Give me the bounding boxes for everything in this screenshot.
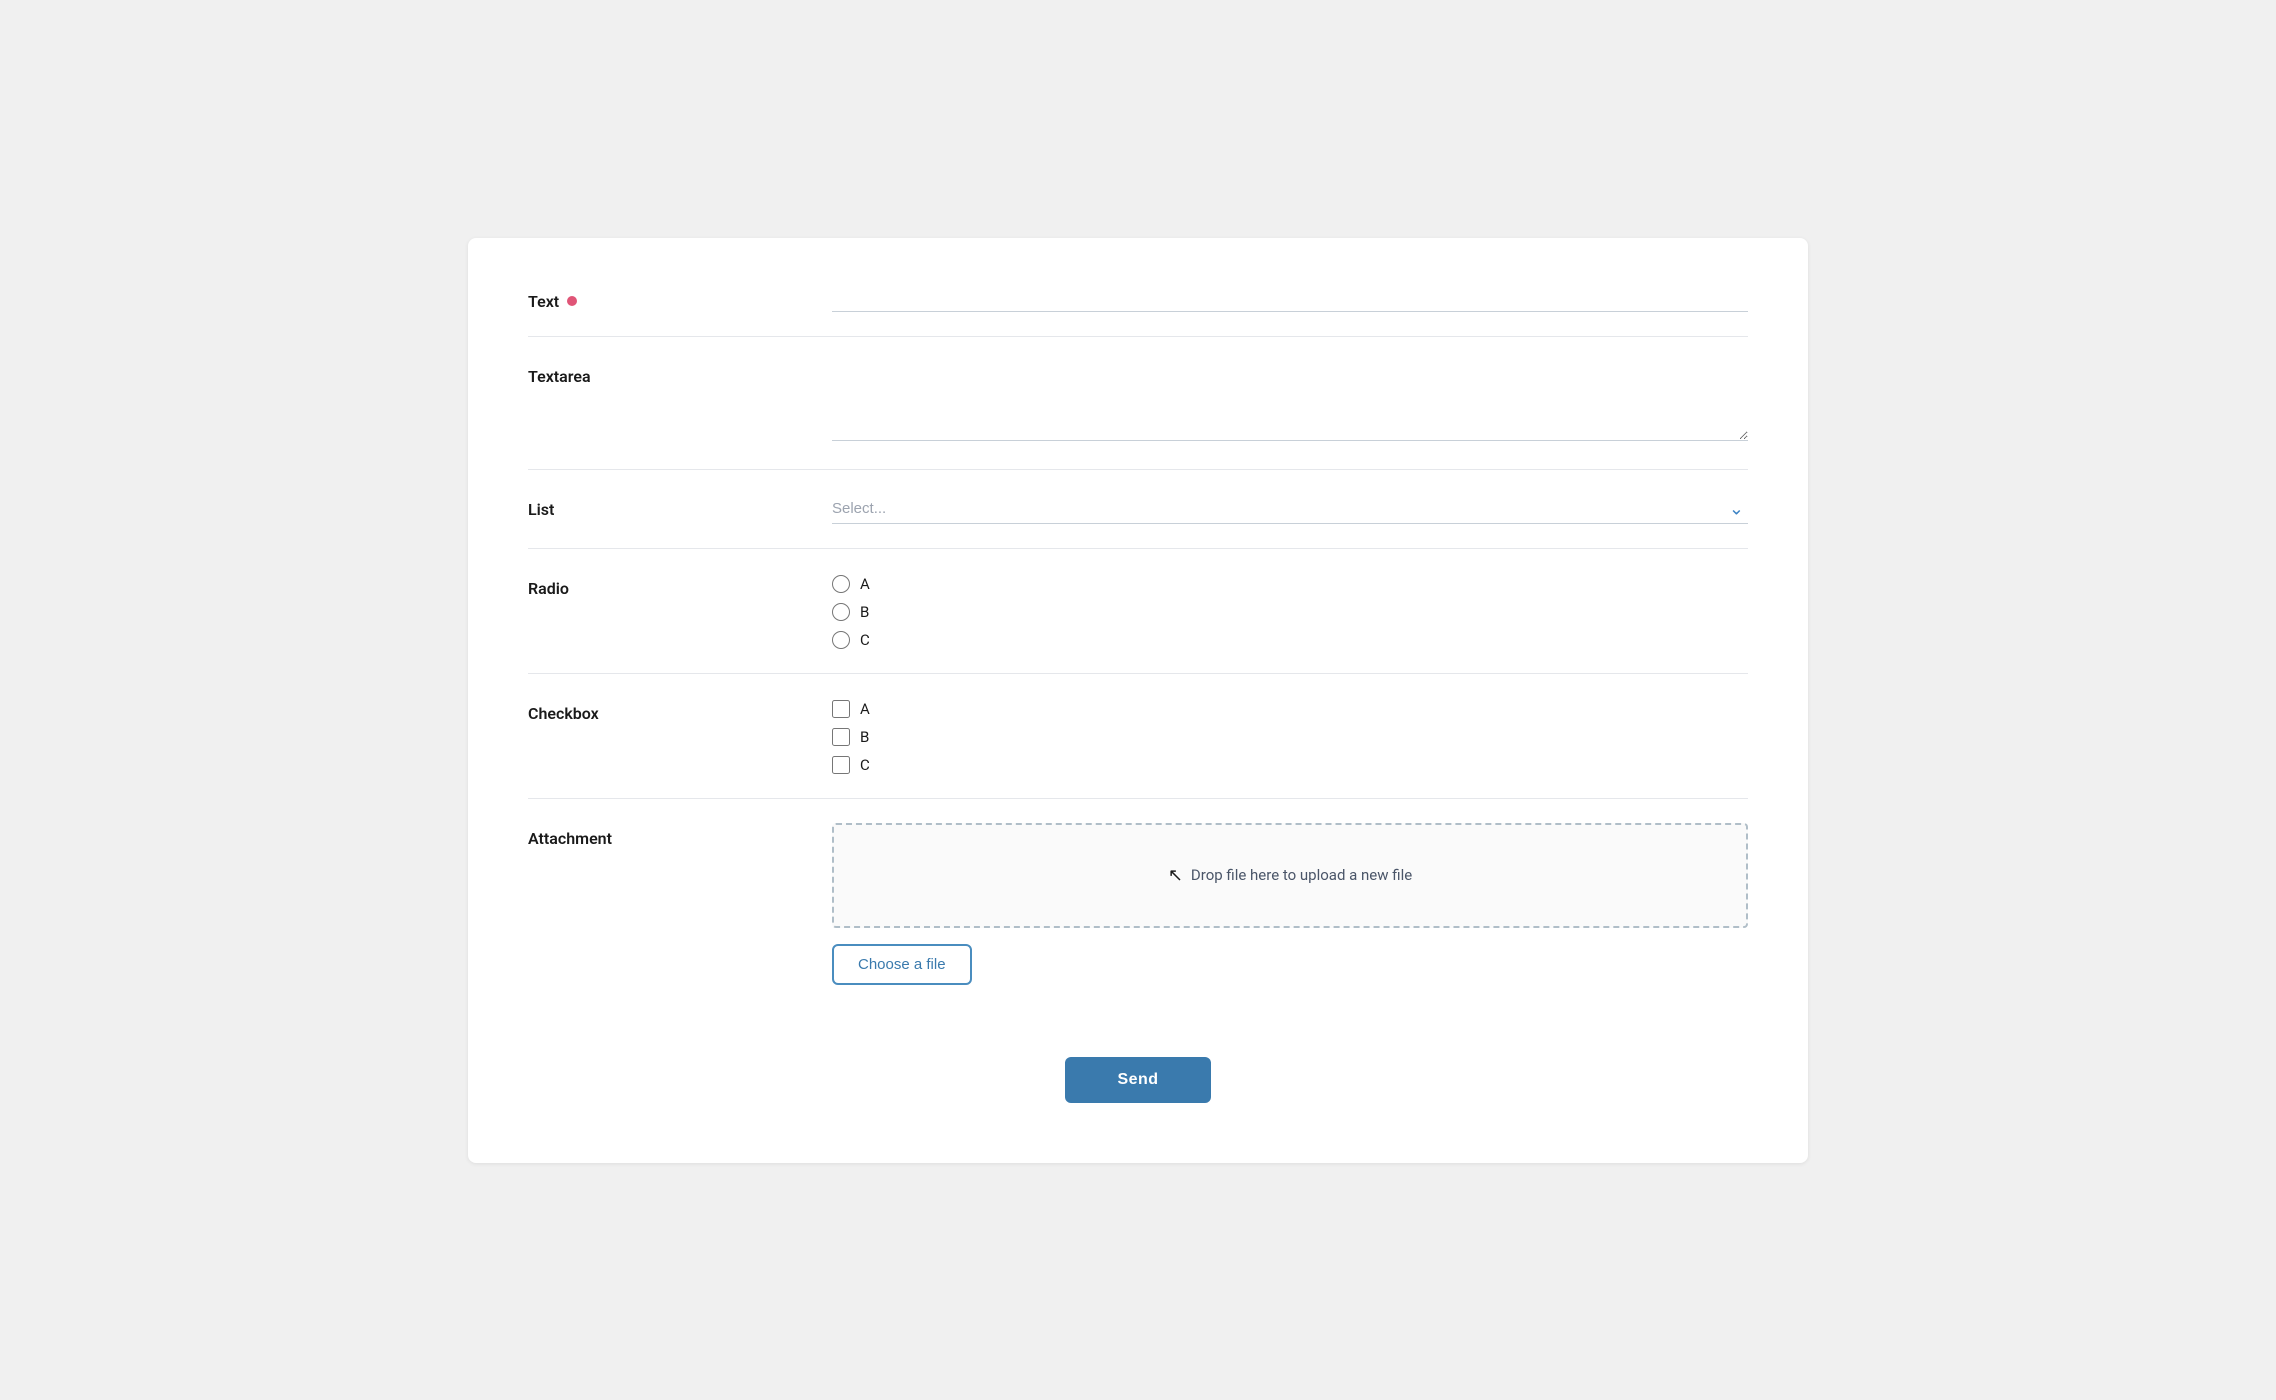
attachment-label: Attachment (528, 823, 808, 848)
checkbox-input-b[interactable] (832, 728, 850, 746)
checkbox-input-c[interactable] (832, 756, 850, 774)
attachment-control: ↖ Drop file here to upload a new file Cho… (808, 823, 1748, 985)
text-label: Text (528, 286, 808, 311)
textarea-control (808, 361, 1748, 445)
checkbox-input-a[interactable] (832, 700, 850, 718)
textarea-label: Textarea (528, 361, 808, 386)
checkbox-group: A B C (832, 698, 1748, 774)
checkbox-label-a[interactable]: A (860, 700, 870, 718)
radio-control: A B C (808, 573, 1748, 649)
radio-input-a[interactable] (832, 575, 850, 593)
radio-group: A B C (832, 573, 1748, 649)
form-card: Text Textarea List Select... Option A Op… (468, 238, 1808, 1163)
textarea-input[interactable] (832, 361, 1748, 441)
choose-file-button[interactable]: Choose a file (832, 944, 972, 985)
checkbox-label-b[interactable]: B (860, 728, 869, 746)
drop-zone-text: Drop file here to upload a new file (1191, 866, 1412, 884)
send-area: Send (528, 1057, 1748, 1103)
text-field-row: Text (528, 286, 1748, 337)
required-dot-icon (567, 296, 577, 306)
checkbox-field-row: Checkbox A B C (528, 674, 1748, 799)
checkbox-item-a[interactable]: A (832, 700, 1748, 718)
radio-item-a[interactable]: A (832, 575, 1748, 593)
drop-zone[interactable]: ↖ Drop file here to upload a new file (832, 823, 1748, 928)
checkbox-control: A B C (808, 698, 1748, 774)
radio-label-a[interactable]: A (860, 575, 870, 593)
send-button[interactable]: Send (1065, 1057, 1210, 1103)
radio-input-b[interactable] (832, 603, 850, 621)
text-label-text: Text (528, 292, 559, 311)
cursor-icon: ↖ (1168, 865, 1183, 886)
text-input[interactable] (832, 286, 1748, 312)
checkbox-label-c[interactable]: C (860, 756, 870, 774)
select-wrapper: Select... Option A Option B Option C ⌄ (832, 494, 1748, 524)
text-control (808, 286, 1748, 312)
checkbox-item-c[interactable]: C (832, 756, 1748, 774)
list-select[interactable]: Select... Option A Option B Option C (832, 494, 1748, 524)
radio-field-row: Radio A B C (528, 549, 1748, 674)
attachment-field-row: Attachment ↖ Drop file here to upload a n… (528, 799, 1748, 1009)
list-label: List (528, 494, 808, 519)
radio-label-c[interactable]: C (860, 631, 870, 649)
radio-label: Radio (528, 573, 808, 598)
radio-item-c[interactable]: C (832, 631, 1748, 649)
radio-label-b[interactable]: B (860, 603, 869, 621)
list-field-row: List Select... Option A Option B Option … (528, 470, 1748, 549)
textarea-field-row: Textarea (528, 337, 1748, 470)
radio-input-c[interactable] (832, 631, 850, 649)
checkbox-label: Checkbox (528, 698, 808, 723)
list-control: Select... Option A Option B Option C ⌄ (808, 494, 1748, 524)
checkbox-item-b[interactable]: B (832, 728, 1748, 746)
radio-item-b[interactable]: B (832, 603, 1748, 621)
